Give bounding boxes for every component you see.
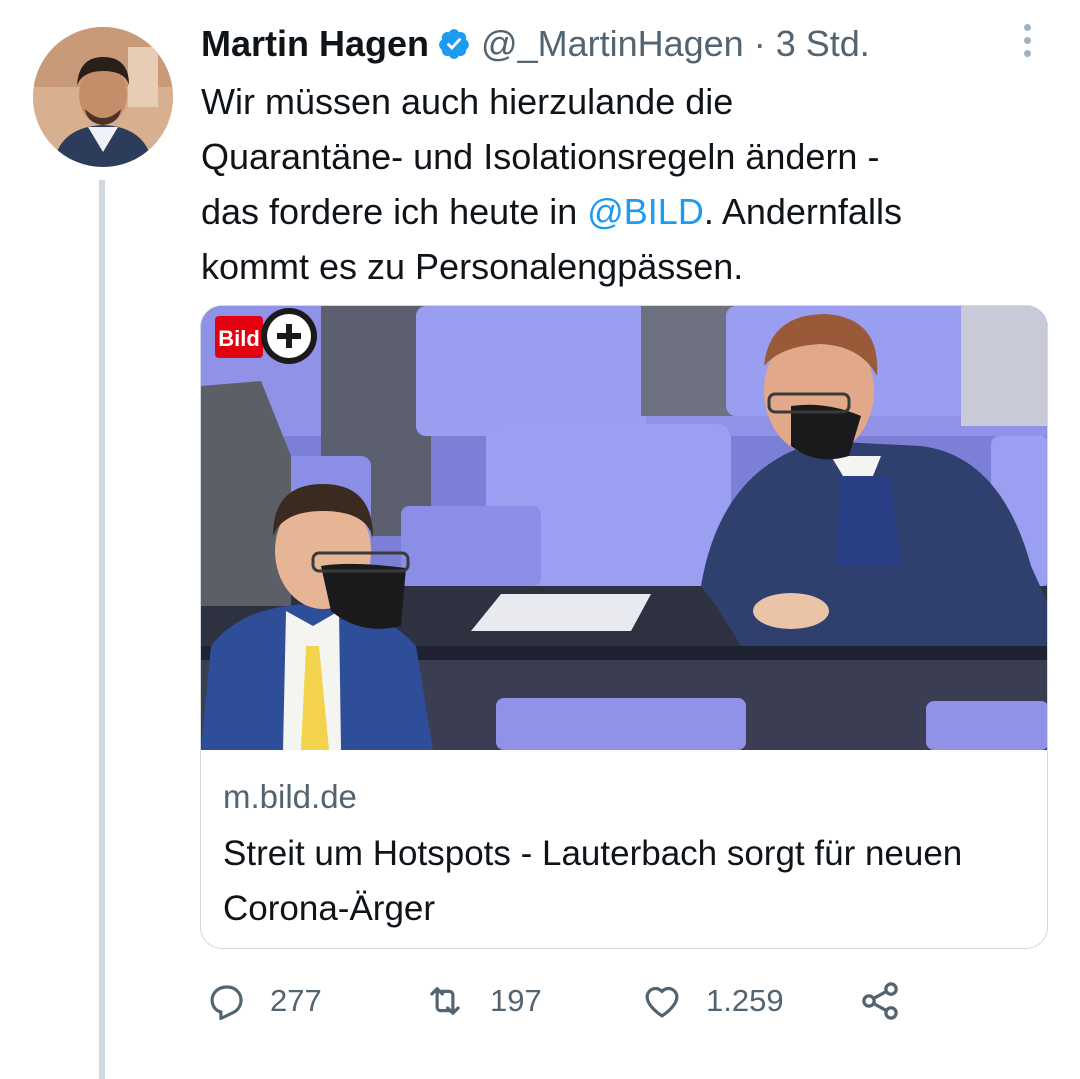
bild-badge-text: Bild — [218, 326, 260, 351]
card-title: Streit um Hotspots - Lauterbach sorgt fü… — [223, 834, 963, 928]
tweet-text-line: kommt es zu Personalengpässen. — [201, 246, 744, 287]
more-icon[interactable] — [1012, 24, 1042, 64]
author-handle[interactable]: @_MartinHagen — [481, 23, 744, 65]
share-button[interactable] — [858, 975, 924, 1027]
card-image[interactable]: Bild — [201, 306, 1047, 750]
like-icon — [645, 986, 679, 1018]
tweet-timestamp[interactable]: 3 Std. — [776, 23, 870, 65]
share-icon — [862, 982, 898, 1020]
retweet-icon — [430, 987, 460, 1015]
mention-link[interactable]: @BILD — [587, 191, 704, 232]
thread-line — [99, 180, 105, 1079]
verified-badge-icon — [437, 27, 471, 61]
tweet[interactable]: Martin Hagen @_MartinHagen · 3 Std. Wir … — [0, 0, 1080, 1079]
action-bar: 277 197 1.259 — [200, 975, 920, 1027]
link-card[interactable]: Bild m.bild.de Streit um Hotspots - Laut… — [200, 305, 1048, 949]
reply-button[interactable]: 277 — [206, 975, 322, 1027]
tweet-text-line: Wir müssen auch hierzulande die — [201, 81, 734, 122]
retweet-button[interactable]: 197 — [422, 975, 542, 1027]
author-name[interactable]: Martin Hagen — [201, 23, 429, 65]
like-button[interactable]: 1.259 — [640, 975, 784, 1027]
card-domain: m.bild.de — [223, 778, 357, 815]
avatar[interactable] — [33, 27, 173, 167]
reply-icon — [210, 985, 243, 1021]
tweet-header: Martin Hagen @_MartinHagen · 3 Std. — [201, 18, 870, 70]
reply-count: 277 — [270, 983, 322, 1018]
retweet-count: 197 — [490, 983, 542, 1018]
tweet-text-line: das fordere ich heute in — [201, 191, 588, 232]
tweet-text: Wir müssen auch hierzulande die Quarantä… — [201, 74, 1051, 294]
tweet-text-line: . Andernfalls — [703, 191, 902, 232]
tweet-text-line: Quarantäne- und Isolationsregeln ändern … — [201, 136, 880, 177]
header-separator: · — [753, 23, 766, 64]
like-count: 1.259 — [706, 983, 784, 1018]
